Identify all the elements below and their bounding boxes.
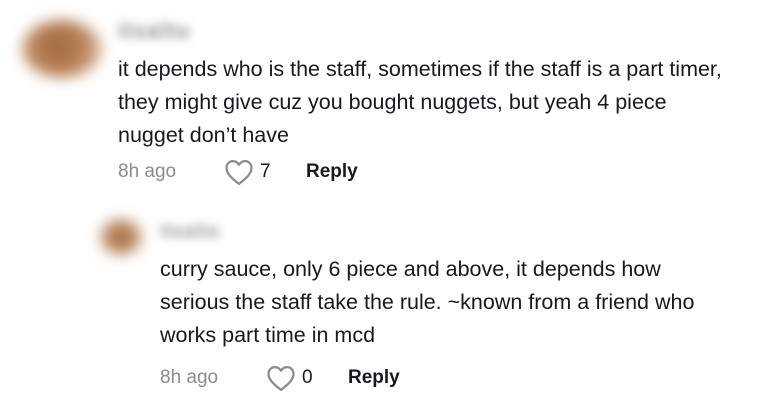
avatar[interactable]	[100, 219, 142, 255]
reply-button[interactable]: Reply	[306, 161, 358, 183]
reply-button[interactable]: Reply	[348, 367, 400, 389]
comment-time: 8h ago	[160, 367, 219, 388]
comment-meta: 8h ago 7 Reply	[118, 158, 358, 186]
comment-item: itsaltu it depends who is the staff, som…	[0, 0, 760, 205]
like-count: 0	[302, 367, 313, 388]
heart-outline-icon	[225, 160, 253, 185]
heart-outline-icon	[267, 366, 295, 391]
comment-text: curry sauce, only 6 piece and above, it …	[160, 257, 695, 347]
like-count: 7	[260, 161, 271, 182]
comment-meta: 8h ago 0 Reply	[160, 364, 400, 392]
comment-time: 8h ago	[118, 161, 177, 182]
username[interactable]: itsaltu	[160, 221, 220, 242]
reply-item: itsaltu curry sauce, only 6 piece and ab…	[0, 205, 760, 404]
comment-text: it depends who is the staff, sometimes i…	[118, 57, 722, 147]
username[interactable]: itsaltu	[118, 18, 190, 44]
like-button[interactable]: 7	[224, 158, 306, 186]
avatar[interactable]	[22, 20, 102, 78]
like-button[interactable]: 0	[266, 364, 348, 392]
